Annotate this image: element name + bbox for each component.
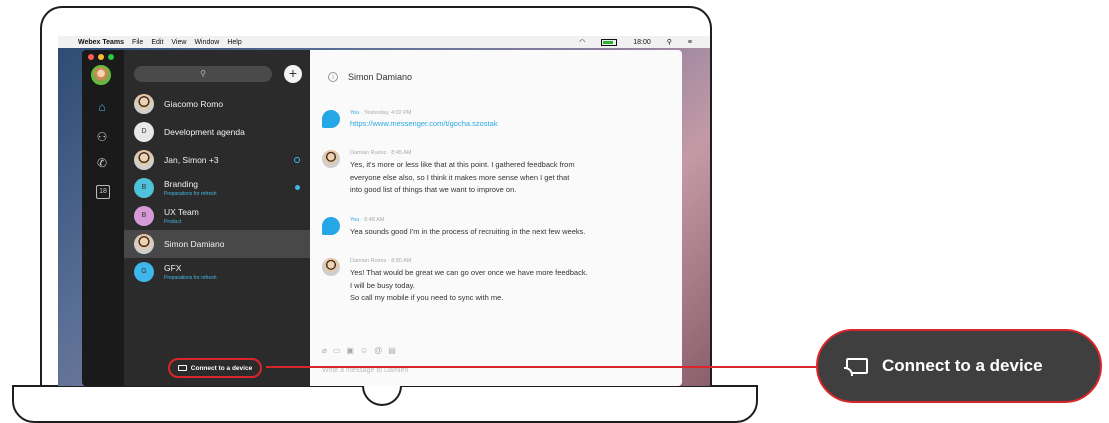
avatar: D bbox=[134, 122, 154, 142]
menu-file[interactable]: File bbox=[132, 39, 143, 46]
conversation-name: Jan, Simon +3 bbox=[164, 155, 219, 165]
chat-header: i Simon Damiano bbox=[328, 72, 412, 82]
mac-menubar: Webex Teams File Edit View Window Help ◠… bbox=[58, 36, 710, 48]
message-text: Yes, it's more or less like that at this… bbox=[350, 160, 575, 169]
avatar: B bbox=[134, 178, 154, 198]
zoom-window-button[interactable] bbox=[108, 54, 114, 60]
whiteboard-icon[interactable]: ▣ bbox=[346, 346, 354, 355]
conversation-name: Simon Damiano bbox=[164, 239, 225, 249]
conversation-name: Giacomo Romo bbox=[164, 99, 224, 109]
message-text: Yea sounds good I'm in the process of re… bbox=[350, 227, 586, 236]
message-time: 8:48 AM bbox=[364, 217, 385, 223]
message-sender: Damian Ruirez bbox=[350, 258, 387, 264]
avatar bbox=[322, 217, 340, 235]
message-time: Yesterday, 4:02 PM bbox=[364, 110, 412, 116]
message-input[interactable]: Write a message to Damien bbox=[322, 367, 408, 374]
screenshot-icon[interactable]: ▭ bbox=[333, 346, 341, 355]
connect-label: Connect to a device bbox=[190, 364, 253, 372]
message-text: Yes! That would be great we can go over … bbox=[350, 268, 588, 277]
mention-icon[interactable]: @ bbox=[374, 346, 382, 355]
composer-toolbar: ⌀ ▭ ▣ ☺ @ ▤ bbox=[322, 346, 396, 355]
menu-window[interactable]: Window bbox=[194, 39, 219, 46]
conversation-subtitle: Product bbox=[164, 219, 182, 225]
wifi-icon[interactable]: ◠ bbox=[579, 38, 585, 46]
avatar bbox=[134, 150, 154, 170]
avatar: B bbox=[134, 206, 154, 226]
avatar bbox=[322, 258, 340, 276]
people-icon[interactable]: ⚇ bbox=[93, 128, 111, 146]
phone-icon[interactable]: ✆ bbox=[93, 154, 111, 172]
menu-edit[interactable]: Edit bbox=[151, 39, 163, 46]
message-text: I will be busy today. bbox=[350, 280, 415, 290]
conversation-subtitle: Preparations for refresh bbox=[164, 275, 217, 281]
cast-icon bbox=[177, 365, 187, 371]
message: You · Yesterday, 4:02 PM https://www.mes… bbox=[322, 110, 662, 128]
info-icon[interactable]: i bbox=[328, 72, 338, 82]
avatar bbox=[322, 110, 340, 128]
minimize-window-button[interactable] bbox=[98, 54, 104, 60]
conversation-name: Branding bbox=[164, 179, 199, 189]
spotlight-icon[interactable]: ⚲ bbox=[667, 38, 672, 46]
message-sender: Damian Ruirez bbox=[350, 150, 387, 156]
search-input[interactable]: ⚲ bbox=[134, 66, 272, 82]
close-window-button[interactable] bbox=[88, 54, 94, 60]
control-center-icon[interactable]: ≡ bbox=[688, 39, 692, 46]
connect-to-device-button[interactable]: Connect to a device bbox=[168, 358, 262, 378]
laptop-screen: Webex Teams File Edit View Window Help ◠… bbox=[58, 36, 710, 386]
chat-title: Simon Damiano bbox=[348, 72, 413, 82]
new-conversation-button[interactable]: + bbox=[284, 65, 302, 83]
connect-to-device-callout[interactable]: Connect to a device bbox=[816, 329, 1102, 403]
message-text: into good list of things that we want to… bbox=[350, 185, 517, 194]
list-item-selected[interactable]: Simon Damiano bbox=[124, 230, 310, 258]
cast-icon bbox=[844, 358, 868, 376]
message-sender: You bbox=[350, 217, 360, 223]
message-link[interactable]: https://www.messenger.com/t/gocha.szosta… bbox=[350, 119, 498, 128]
calendar-icon[interactable]: 18 bbox=[96, 185, 110, 199]
battery-icon[interactable] bbox=[601, 38, 618, 46]
menu-help[interactable]: Help bbox=[227, 39, 241, 46]
conversation-name: UX Team bbox=[164, 207, 199, 217]
unread-dot-icon bbox=[295, 185, 300, 190]
list-item[interactable]: Giacomo Romo bbox=[124, 90, 310, 118]
avatar: G bbox=[134, 262, 154, 282]
list-item[interactable]: G GFX Preparations for refresh bbox=[124, 258, 310, 286]
conversation-name: Development agenda bbox=[164, 127, 245, 137]
message-time: 8:50 AM bbox=[391, 258, 412, 264]
callout-connector bbox=[266, 366, 826, 368]
avatar bbox=[322, 150, 340, 168]
conversation-list: ⚲ + Giacomo Romo D Development agenda Ja… bbox=[124, 50, 310, 386]
gif-icon[interactable]: ▤ bbox=[388, 346, 396, 355]
avatar bbox=[134, 234, 154, 254]
message: Damian Ruirez · 8:45 AM Yes, it's more o… bbox=[322, 150, 662, 197]
user-avatar[interactable] bbox=[91, 65, 111, 85]
message-text: So call my mobile if you need to sync wi… bbox=[350, 293, 504, 302]
message-sender: You bbox=[350, 110, 360, 116]
menu-view[interactable]: View bbox=[171, 39, 186, 46]
search-icon: ⚲ bbox=[200, 69, 206, 78]
emoji-icon[interactable]: ☺ bbox=[360, 346, 368, 355]
menu-app-name[interactable]: Webex Teams bbox=[78, 39, 124, 46]
home-icon[interactable]: ⌂ bbox=[93, 98, 111, 116]
window-controls bbox=[88, 54, 114, 60]
chat-pane: i Simon Damiano You · Yesterday, 4:02 PM… bbox=[310, 50, 682, 386]
message: You · 8:48 AM Yea sounds good I'm in the… bbox=[322, 217, 662, 239]
callout-label: Connect to a device bbox=[882, 356, 1043, 375]
attach-icon[interactable]: ⌀ bbox=[322, 346, 327, 355]
list-item[interactable]: B Branding Preparations for refresh bbox=[124, 174, 310, 202]
message: Damian Ruirez · 8:50 AM Yes! That would … bbox=[322, 258, 662, 305]
mention-icon bbox=[294, 157, 300, 163]
nav-rail: ⌂ ⚇ ✆ 18 bbox=[82, 50, 124, 386]
list-item[interactable]: B UX Team Product bbox=[124, 202, 310, 230]
conversation-name: GFX bbox=[164, 263, 182, 273]
message-text: everyone else also, so I think it makes … bbox=[350, 172, 570, 182]
message-time: 8:45 AM bbox=[391, 150, 412, 156]
clock[interactable]: 18:00 bbox=[633, 39, 651, 46]
list-item[interactable]: Jan, Simon +3 bbox=[124, 146, 310, 174]
conversation-subtitle: Preparations for refresh bbox=[164, 191, 217, 197]
webex-window: ⌂ ⚇ ✆ 18 ⚲ + Giacomo Romo D Development … bbox=[82, 50, 682, 386]
avatar bbox=[134, 94, 154, 114]
list-item[interactable]: D Development agenda bbox=[124, 118, 310, 146]
